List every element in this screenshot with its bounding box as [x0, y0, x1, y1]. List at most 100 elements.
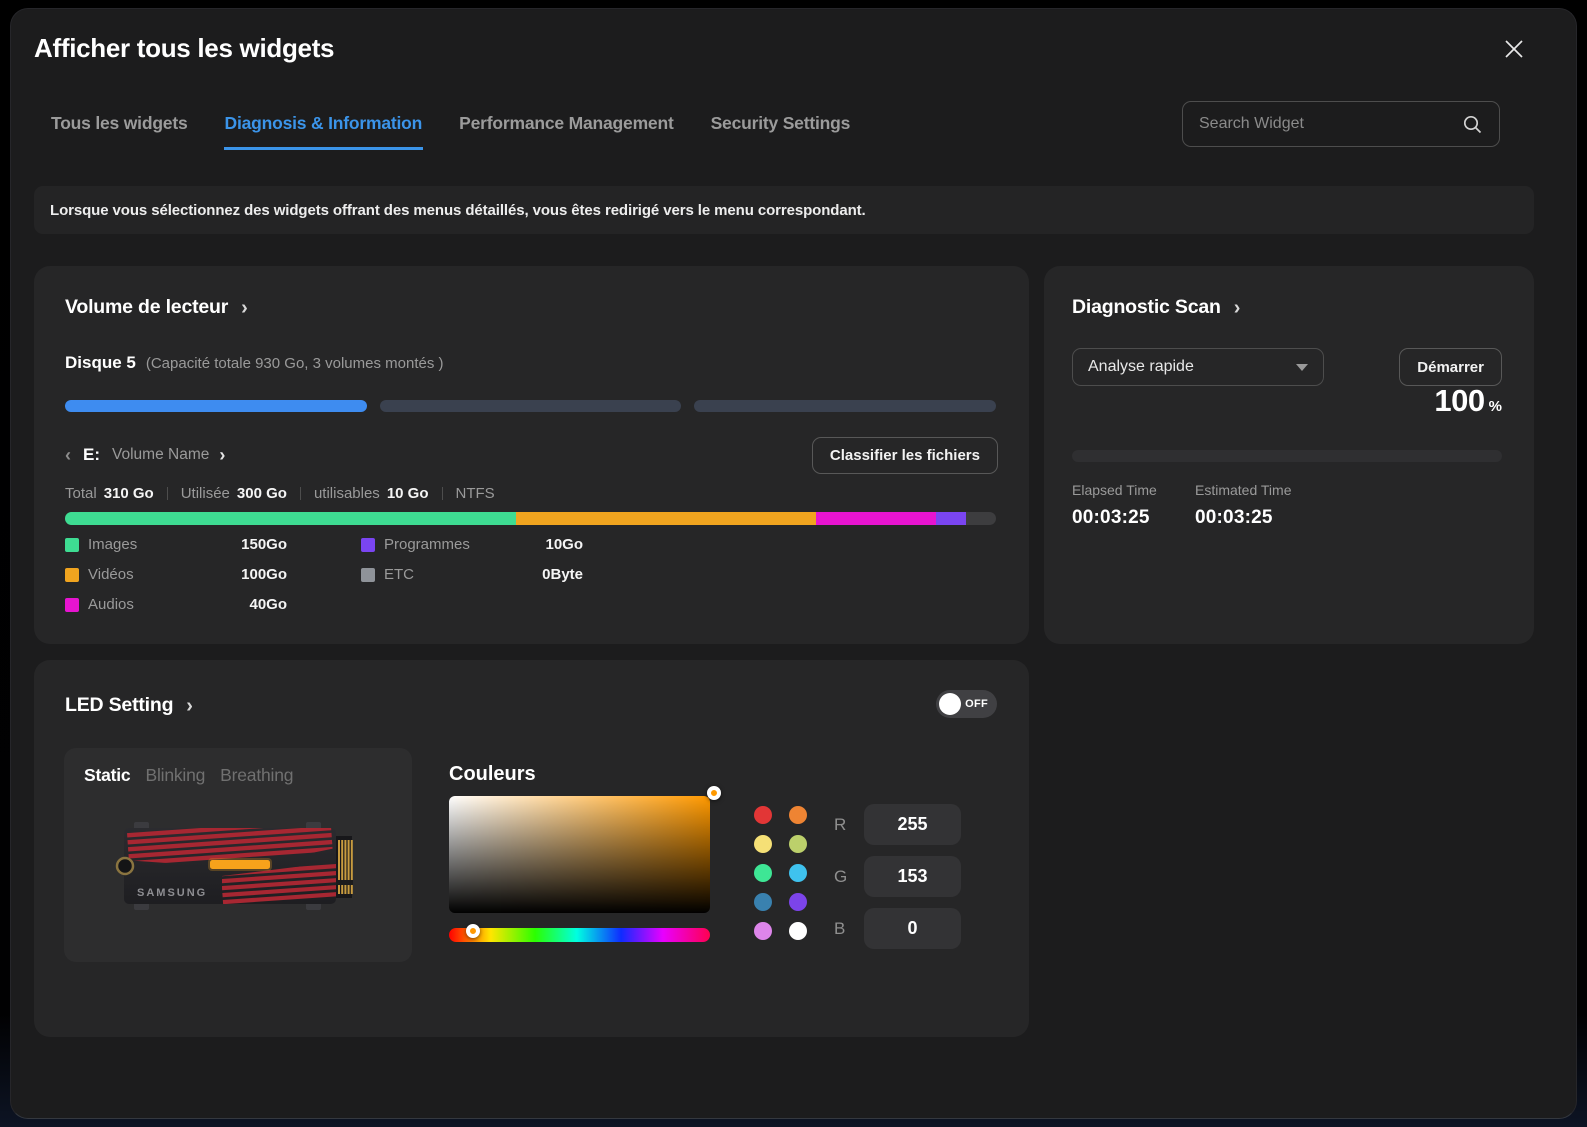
previous-volume-icon[interactable]: ‹ — [65, 445, 71, 466]
color-swatch-7[interactable] — [789, 893, 807, 911]
legend-value: 10Go — [545, 536, 583, 553]
volume-segment-3[interactable] — [694, 400, 996, 412]
page-title: Afficher tous les widgets — [34, 33, 334, 64]
mode-static[interactable]: Static — [84, 765, 130, 786]
legend-label: Images — [88, 536, 137, 553]
b-label: B — [834, 919, 849, 939]
b-value-input[interactable]: 0 — [864, 908, 961, 949]
legend-value: 40Go — [249, 596, 287, 613]
chevron-down-icon — [1296, 364, 1308, 371]
scan-type-value: Analyse rapide — [1088, 358, 1194, 376]
color-swatch-8[interactable] — [754, 922, 772, 940]
led-toggle[interactable]: OFF — [936, 690, 997, 718]
elapsed-time-label: Elapsed Time — [1072, 482, 1195, 498]
legend-value: 100Go — [241, 566, 287, 583]
filesystem-label: NTFS — [456, 485, 495, 502]
toggle-knob — [939, 693, 961, 715]
volume-stats: Total 310 Go Utilisée 300 Go utilisables… — [65, 485, 495, 502]
color-swatch-3[interactable] — [789, 835, 807, 853]
volume-name: Volume Name — [112, 446, 209, 464]
rgb-row-green: G 153 — [834, 856, 961, 897]
ssd-image: SAMSUNG — [110, 810, 366, 922]
gradient-picker-handle[interactable] — [707, 786, 721, 800]
legend-chip-videos — [65, 568, 79, 582]
ssd-brand-label: SAMSUNG — [137, 887, 207, 899]
g-value-input[interactable]: 153 — [864, 856, 961, 897]
color-swatch-2[interactable] — [754, 835, 772, 853]
chevron-right-icon: › — [186, 696, 193, 716]
next-volume-icon[interactable]: › — [219, 445, 225, 466]
color-swatch-grid — [754, 806, 807, 940]
color-gradient-picker[interactable] — [449, 796, 710, 913]
search-icon[interactable] — [1462, 114, 1483, 135]
classify-files-button[interactable]: Classifier les fichiers — [812, 437, 998, 474]
legend-label: Audios — [88, 596, 134, 613]
divider — [167, 487, 168, 500]
tab-security-settings[interactable]: Security Settings — [710, 113, 852, 150]
hue-slider-handle[interactable] — [466, 924, 480, 938]
usage-legend: Images 150Go Vidéos 100Go Audios 40Go Pr… — [65, 534, 583, 615]
drive-volume-card: Volume de lecteur › Disque 5 (Capacité t… — [34, 266, 1029, 644]
tab-diagnosis-information[interactable]: Diagnosis & Information — [224, 113, 424, 150]
elapsed-time-block: Elapsed Time 00:03:25 — [1072, 482, 1195, 529]
tab-performance-management[interactable]: Performance Management — [458, 113, 674, 150]
close-button[interactable] — [1498, 33, 1530, 65]
hue-slider[interactable] — [449, 928, 710, 942]
estimated-time-value: 00:03:25 — [1195, 507, 1318, 529]
info-banner-text: Lorsque vous sélectionnez des widgets of… — [50, 202, 866, 219]
diagnostic-scan-header[interactable]: Diagnostic Scan › — [1072, 296, 1240, 319]
volume-segment-2[interactable] — [380, 400, 682, 412]
g-label: G — [834, 867, 849, 887]
color-swatch-4[interactable] — [754, 864, 772, 882]
search-input[interactable] — [1199, 115, 1462, 133]
estimated-time-block: Estimated Time 00:03:25 — [1195, 482, 1318, 529]
used-value: 300 Go — [237, 485, 287, 502]
legend-value: 0Byte — [542, 566, 583, 583]
legend-value: 150Go — [241, 536, 287, 553]
widgets-modal: Afficher tous les widgets Tous les widge… — [10, 8, 1577, 1119]
r-label: R — [834, 815, 849, 835]
volume-name-row: ‹ E: Volume Name › Classifier les fichie… — [65, 436, 998, 474]
chevron-right-icon: › — [1234, 298, 1241, 318]
legend-chip-programmes — [361, 538, 375, 552]
disk-capacity-info: (Capacité totale 930 Go, 3 volumes monté… — [146, 355, 444, 372]
percent-sign: % — [1489, 398, 1502, 415]
rgb-row-blue: B 0 — [834, 908, 961, 949]
color-swatch-6[interactable] — [754, 893, 772, 911]
total-value: 310 Go — [104, 485, 154, 502]
tab-bar: Tous les widgets Diagnosis & Information… — [50, 113, 851, 150]
usage-segment-audios — [816, 512, 936, 525]
info-banner: Lorsque vous sélectionnez des widgets of… — [34, 186, 1534, 234]
divider — [300, 487, 301, 500]
volume-segments — [65, 400, 996, 412]
led-setting-title: LED Setting — [65, 694, 173, 717]
mode-blinking[interactable]: Blinking — [145, 765, 205, 786]
color-swatch-5[interactable] — [789, 864, 807, 882]
legend-label: ETC — [384, 566, 414, 583]
color-swatch-9[interactable] — [789, 922, 807, 940]
start-scan-button[interactable]: Démarrer — [1399, 348, 1502, 386]
r-value-input[interactable]: 255 — [864, 804, 961, 845]
divider — [442, 487, 443, 500]
led-setting-header[interactable]: LED Setting › — [65, 694, 193, 717]
color-swatch-0[interactable] — [754, 806, 772, 824]
free-value: 10 Go — [387, 485, 429, 502]
legend-item-images: Images 150Go — [65, 534, 287, 555]
used-label: Utilisée — [181, 485, 230, 502]
disk-name: Disque 5 — [65, 353, 136, 373]
legend-chip-images — [65, 538, 79, 552]
volume-segment-1-selected[interactable] — [65, 400, 367, 412]
drive-volume-header[interactable]: Volume de lecteur › — [65, 296, 248, 319]
scan-times: Elapsed Time 00:03:25 Estimated Time 00:… — [1072, 482, 1318, 529]
legend-item-videos: Vidéos 100Go — [65, 564, 287, 585]
legend-label: Vidéos — [88, 566, 134, 583]
usage-bar — [65, 512, 996, 525]
mode-breathing[interactable]: Breathing — [220, 765, 293, 786]
scan-type-select[interactable]: Analyse rapide — [1072, 348, 1324, 386]
colors-title: Couleurs — [449, 763, 536, 786]
free-label: utilisables — [314, 485, 380, 502]
tab-tous-les-widgets[interactable]: Tous les widgets — [50, 113, 189, 150]
color-swatch-1[interactable] — [789, 806, 807, 824]
legend-label: Programmes — [384, 536, 470, 553]
search-widget-box — [1182, 101, 1500, 147]
